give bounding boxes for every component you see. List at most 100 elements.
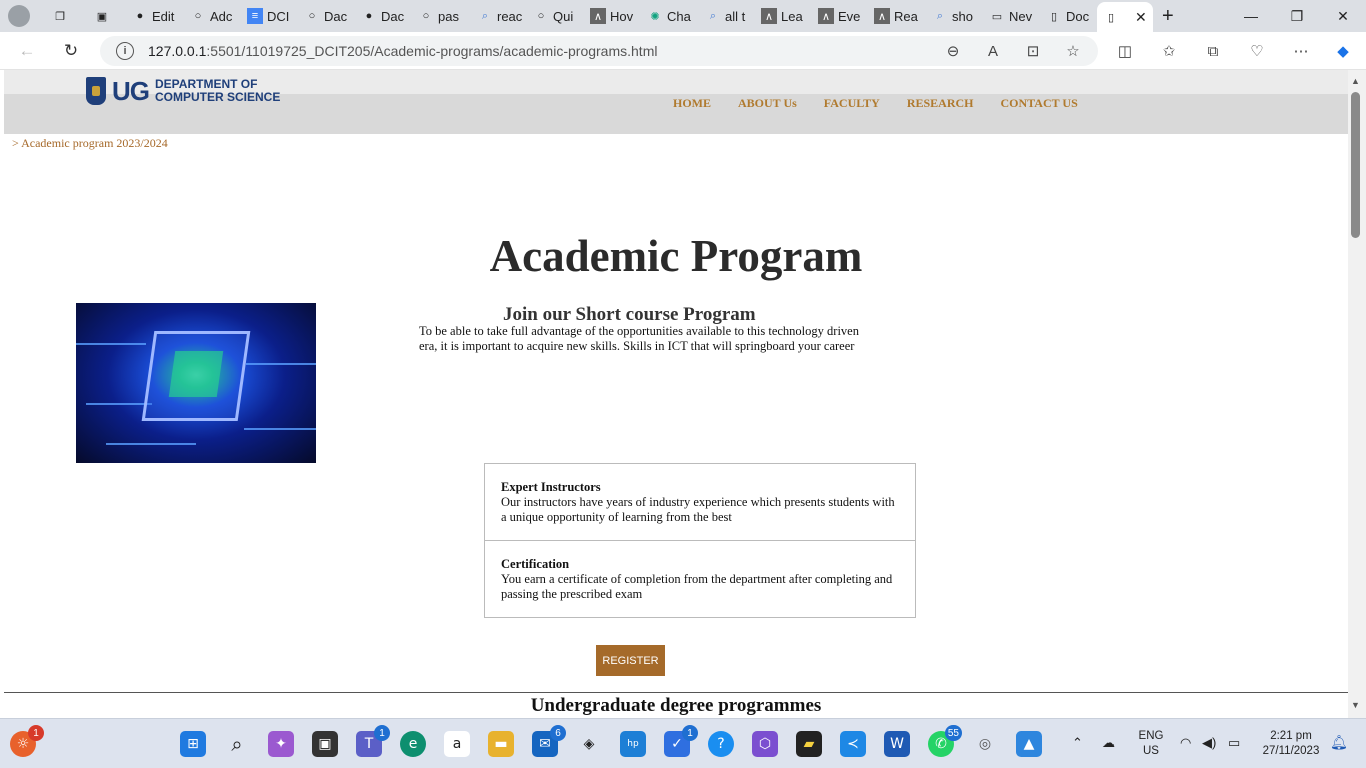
mail-icon[interactable]: ✉ 6 [532,725,566,757]
notifications-bell-icon[interactable]: 🔔︎ [1330,735,1348,750]
close-tab-icon[interactable]: ✕ [1135,9,1147,26]
short-course-description: To be able to take full advantage of the… [419,324,859,353]
weather-icon[interactable]: ☼ 1 [10,725,44,757]
word-icon[interactable]: W [884,731,910,757]
file-explorer-icon[interactable]: ▬ [488,731,514,757]
amazon-icon[interactable]: a [444,731,470,757]
read-aloud-icon[interactable]: A [982,40,1004,62]
zoom-out-icon[interactable]: ⊖ [942,40,964,62]
site-info-icon[interactable]: i [116,42,134,60]
start-icon[interactable]: ⊞ [180,731,206,757]
more-menu-icon[interactable]: ⋯ [1290,40,1312,62]
battery-icon[interactable]: ▭ [1228,735,1240,750]
tab-10[interactable]: ⌕ all t [705,4,755,28]
favorites-icon[interactable]: ✩ [1158,40,1180,62]
profile-icon[interactable] [8,4,36,28]
ug-logo[interactable]: UG DEPARTMENT OF COMPUTER SCIENCE [86,76,280,106]
scroll-down-icon[interactable]: ▼ [1351,700,1360,710]
collections-icon[interactable]: ⧉ [1202,40,1224,62]
github-icon: ● [136,10,144,22]
breadcrumb[interactable]: > Academic program 2023/2024 [12,136,168,151]
nav-research[interactable]: RESEARCH [907,96,974,111]
close-window-button[interactable]: ✕ [1320,0,1366,32]
app-icon: ∧ [818,8,834,24]
tab-9[interactable]: ✺ Cha [647,4,697,28]
tab-8[interactable]: ∧ Hov [590,4,640,28]
photos-icon[interactable]: ▲ [1016,731,1042,757]
url-host: 127.0.0.1 [148,43,207,59]
windows-taskbar: ☼ 1 ⊞ ⌕ ✦ ▣ T1 e a ▬ ✉ 6 ◈ hp ✓ 1 ? ⬡ ▰ ≺ W… [0,718,1366,768]
scrollbar-thumb[interactable] [1351,92,1360,238]
register-button[interactable]: REGISTER [596,645,665,676]
clock[interactable]: 2:21 pm 27/11/2023 [1256,729,1326,759]
refresh-button[interactable]: ↻ [58,38,84,64]
browser-essentials-icon[interactable]: ♡ [1246,40,1268,62]
github-icon: ● [365,10,373,22]
tab-1[interactable]: ○ Adc [190,4,240,28]
window-icon: ▭ [991,10,1003,23]
tab-3[interactable]: ○ Dac [304,4,354,28]
nav-contact[interactable]: CONTACT US [1001,96,1078,111]
app-icon: ∧ [590,8,606,24]
tab-4[interactable]: ● Dac [361,4,411,28]
tab-7[interactable]: ○ Qui [533,4,583,28]
nav-home[interactable]: HOME [673,96,711,111]
sticky-notes-icon[interactable]: ▰ [796,731,822,757]
edge-icon[interactable]: e [400,731,426,757]
new-tab-button[interactable]: + [1162,4,1182,28]
scroll-up-icon[interactable]: ▲ [1351,76,1360,86]
feature-text: Our instructors have years of industry e… [501,495,895,524]
tab-11[interactable]: ∧ Lea [761,4,811,28]
minimize-button[interactable]: — [1228,0,1274,32]
tab-16[interactable]: ▯ Doc [1046,4,1096,28]
logo-dept: DEPARTMENT OF COMPUTER SCIENCE [155,77,281,104]
tab-12[interactable]: ∧ Eve [818,4,868,28]
tab-13[interactable]: ∧ Rea [874,4,924,28]
help-icon[interactable]: ? [708,731,734,757]
app-ring-icon[interactable]: ◎ [972,731,998,757]
maximize-button[interactable]: ❐ [1274,0,1320,32]
task-view-icon[interactable]: ▣ [312,731,338,757]
chevron-up-icon[interactable]: ⌃ [1072,735,1083,750]
dropbox-icon[interactable]: ◈ [576,731,602,757]
search-icon[interactable]: ⌕ [224,731,250,757]
favorite-star-icon[interactable]: ☆ [1062,40,1084,62]
whatsapp-icon[interactable]: ✆ 55 [928,725,962,757]
github-icon: ○ [194,10,202,22]
onedrive-icon[interactable]: ☁ [1102,735,1115,750]
tab-6[interactable]: ⌕ reac [477,4,527,28]
tab-14[interactable]: ⌕ sho [932,4,982,28]
language-indicator[interactable]: ENG US [1134,729,1168,759]
todo-icon[interactable]: ✓ 1 [664,725,698,757]
app-icon: ∧ [761,8,777,24]
extension-icon[interactable]: ⬡ [752,731,778,757]
nav-faculty[interactable]: FACULTY [824,96,880,111]
tab-active[interactable]: ▯ ✕ [1097,2,1153,32]
crest-icon [86,77,106,105]
teams-icon[interactable]: T1 [356,725,390,757]
feature-title: Certification [501,557,570,571]
copilot-icon[interactable]: ✦ [268,731,294,757]
tab-0[interactable]: ● Edit [132,4,182,28]
workspaces-icon[interactable]: ❐ [52,4,74,28]
feature-expert-instructors: Expert Instructors Our instructors have … [485,464,915,540]
browser-tab-bar: ❐ ▣ ● Edit ○ Adc ≡ DCI ○ Dac ● Dac ○ pas ⌕ reac… [0,0,1366,32]
volume-icon[interactable]: ◀) [1202,735,1216,750]
feature-certification: Certification You earn a certificate of … [485,540,915,617]
split-screen-icon[interactable]: ◫ [1114,40,1136,62]
tab-2[interactable]: ≡ DCI [247,4,297,28]
immersive-reader-icon[interactable]: ⊡ [1022,40,1044,62]
copilot-icon[interactable]: ◆ [1332,40,1354,62]
wifi-icon[interactable]: ◠ [1180,735,1191,750]
page-scrollbar[interactable]: ▲ ▼ [1348,70,1366,718]
github-icon: ○ [537,10,545,22]
page-viewport: UG DEPARTMENT OF COMPUTER SCIENCE HOME A… [4,70,1348,718]
back-button[interactable]: ← [14,38,40,64]
tab-15[interactable]: ▭ Nev [989,4,1039,28]
tab-actions-icon[interactable]: ▣ [94,4,116,28]
myhp-icon[interactable]: hp [620,731,646,757]
page-icon: ▯ [1050,10,1058,23]
tab-5[interactable]: ○ pas [418,4,468,28]
vscode-icon[interactable]: ≺ [840,731,866,757]
nav-about[interactable]: ABOUT Us [738,96,797,111]
